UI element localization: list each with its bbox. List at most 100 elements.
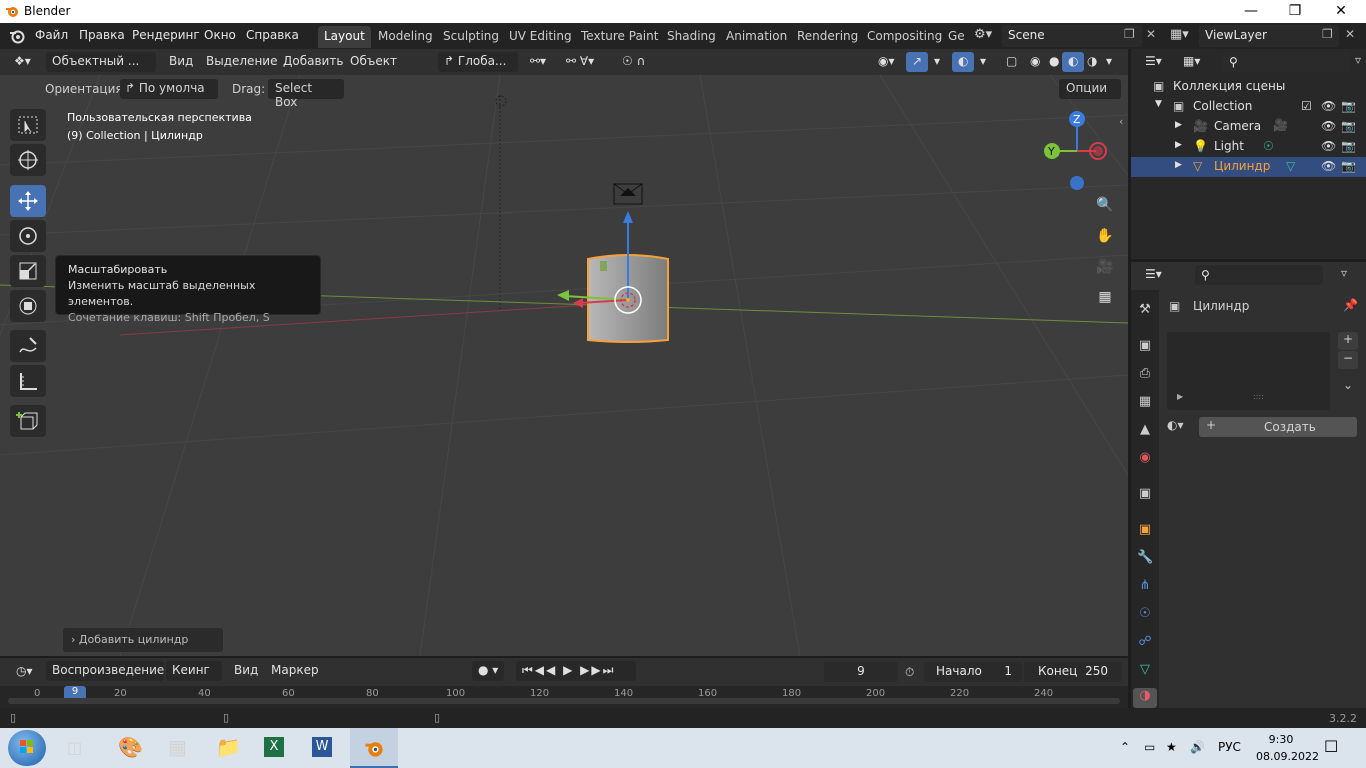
pivot-point-icon[interactable]: ⚯▾	[524, 52, 552, 72]
light-data-icon[interactable]: ☉	[1263, 139, 1274, 153]
exclude-checkbox-icon[interactable]: ☑	[1301, 99, 1312, 113]
tool-tab-icon[interactable]: ⚒	[1137, 302, 1153, 318]
drag-dropdown[interactable]: Select Box	[268, 79, 344, 109]
physics-tab-icon[interactable]: ☉	[1137, 606, 1153, 622]
close-button[interactable]: ✕	[1318, 0, 1364, 23]
timeline-menu-view[interactable]: Вид	[228, 661, 264, 681]
start-button[interactable]	[8, 730, 46, 766]
editor-type-icon[interactable]: ❖▾	[8, 52, 37, 72]
new-material-button[interactable]: + Создать	[1199, 417, 1357, 437]
cylinder-object[interactable]	[545, 199, 725, 354]
menu-add[interactable]: Добавить	[277, 52, 349, 72]
visibility-eye-icon[interactable]: 👁	[1321, 99, 1336, 113]
outliner-collection[interactable]: ▼ ▣ Collection ☑ 👁 📷	[1131, 97, 1366, 117]
end-frame-field[interactable]: Конец 250	[1024, 662, 1122, 682]
navigation-gizmo[interactable]: Z Y	[1034, 107, 1118, 191]
render-camera-icon[interactable]: 📷	[1341, 159, 1356, 173]
tab-shading[interactable]: Shading	[661, 26, 722, 48]
menu-select[interactable]: Выделение	[200, 52, 283, 72]
expand-icon[interactable]: ▶	[1175, 120, 1182, 130]
tool-move[interactable]	[10, 185, 46, 217]
tab-layout[interactable]: Layout	[318, 26, 371, 48]
add-slot-button[interactable]: +	[1338, 332, 1358, 350]
tool-cursor[interactable]	[10, 144, 46, 176]
redo-panel[interactable]: › Добавить цилиндр	[63, 628, 223, 652]
list-resize-handle[interactable]: ::::	[1253, 392, 1264, 401]
snap-icon[interactable]: ⚯ ∀▾	[560, 52, 600, 72]
collection-tab-icon[interactable]: ▣	[1137, 486, 1153, 502]
volume-icon[interactable]: 🔊	[1190, 740, 1205, 754]
taskbar-word[interactable]: W	[298, 728, 346, 768]
constraints-tab-icon[interactable]: ☍	[1137, 634, 1153, 650]
remove-slot-button[interactable]: −	[1338, 351, 1358, 369]
language-indicator[interactable]: РУС	[1218, 740, 1241, 754]
battery-icon[interactable]: ▭	[1144, 740, 1155, 754]
expand-icon[interactable]: ▶	[1175, 160, 1182, 170]
visibility-eye-icon[interactable]: 👁	[1321, 119, 1336, 133]
viewlayer-name-field[interactable]: ViewLayer	[1199, 25, 1339, 47]
task-view-icon[interactable]: ◫	[67, 738, 82, 757]
scene-browse-icon[interactable]: ⚙▾	[974, 27, 992, 42]
modifier-tab-icon[interactable]: 🔧	[1137, 550, 1153, 566]
menu-window[interactable]: Окно	[204, 28, 236, 42]
timeline-menu-marker[interactable]: Маркер	[265, 661, 325, 681]
pin-icon[interactable]: 📌	[1343, 298, 1358, 312]
outliner-item-cylinder[interactable]: ▶ ▽ Цилиндр ▽ 👁 📷	[1131, 157, 1366, 177]
tool-annotate[interactable]	[10, 330, 46, 362]
timeline-editor-type-icon[interactable]: ◷▾	[10, 662, 39, 682]
timeline-ruler[interactable]: 0 9 20 40 60 80 100 120 140 160 180 200 …	[0, 686, 1128, 708]
tab-rendering[interactable]: Rendering	[791, 26, 864, 48]
tool-add-cube[interactable]	[10, 405, 46, 437]
orientation-dropdown[interactable]: ↱ По умолча	[120, 79, 218, 99]
outliner-search-input[interactable]: ⚲	[1223, 52, 1351, 72]
visibility-icon[interactable]: ◉▾	[872, 52, 901, 72]
maximize-button[interactable]: ❐	[1272, 0, 1318, 23]
timeline-scrollbar[interactable]	[8, 698, 1120, 704]
perspective-toggle-icon[interactable]: ▦	[1092, 284, 1118, 310]
properties-editor-type-icon[interactable]: ☰▾	[1139, 265, 1168, 285]
playback-controls[interactable]: ⏮◀◀ ▶ ▶▶⏭	[516, 661, 636, 681]
outliner-display-mode-icon[interactable]: ▦▾	[1177, 52, 1206, 72]
taskbar-explorer[interactable]: 📁	[202, 728, 250, 768]
preview-range-icon[interactable]: ⏱	[905, 665, 914, 680]
scene-name-field[interactable]: Scene	[1002, 25, 1142, 47]
properties-options-icon[interactable]: ▿	[1341, 266, 1347, 280]
camera-data-icon[interactable]: 🎥	[1273, 118, 1288, 132]
expand-icon[interactable]: ▼	[1155, 99, 1162, 109]
view-layer-tab-icon[interactable]: ▦	[1137, 394, 1153, 410]
blender-menu-icon[interactable]	[9, 28, 25, 44]
visibility-eye-icon[interactable]: 👁	[1321, 139, 1336, 153]
notification-icon[interactable]: ☐	[1324, 737, 1338, 756]
outliner-scene-collection[interactable]: ▣ Коллекция сцены	[1131, 77, 1366, 97]
outliner-item-camera[interactable]: ▶ 🎥 Camera 🎥 👁 📷	[1131, 117, 1366, 137]
tool-scale[interactable]	[10, 255, 46, 287]
slot-specials-icon[interactable]: ⌄	[1338, 378, 1358, 398]
start-frame-field[interactable]: Начало 1	[924, 662, 1022, 682]
material-slots-list[interactable]: ▶ ::::	[1167, 332, 1330, 410]
overlays-toggle-icon[interactable]: ◐	[952, 52, 975, 72]
tab-compositing[interactable]: Compositing	[861, 26, 948, 48]
transform-orientation-dropdown[interactable]: ↱ Глоба...	[438, 52, 518, 72]
output-tab-icon[interactable]: ⎙	[1137, 366, 1153, 382]
taskbar-calculator[interactable]: ▦	[154, 728, 202, 768]
properties-search-input[interactable]: ⚲	[1195, 265, 1323, 285]
outliner-filter-icon[interactable]: ▿	[1355, 53, 1361, 67]
outliner-item-light[interactable]: ▶ 💡 Light ☉ 👁 📷	[1131, 137, 1366, 157]
object-tab-icon[interactable]: ▣	[1137, 522, 1153, 538]
mode-dropdown[interactable]: Объектный ...	[46, 52, 156, 72]
menu-edit[interactable]: Правка	[79, 28, 125, 42]
render-camera-icon[interactable]: 📷	[1341, 119, 1356, 133]
material-tab-icon[interactable]: ◑	[1133, 688, 1157, 708]
viewlayer-browse-icon[interactable]: ▦▾	[1170, 27, 1189, 42]
tray-expand-icon[interactable]: ⌃	[1120, 740, 1130, 754]
material-browse-icon[interactable]: ◐▾	[1167, 418, 1184, 432]
mesh-data-icon[interactable]: ▽	[1286, 159, 1295, 173]
tool-transform[interactable]	[10, 290, 46, 322]
clock[interactable]: 9:30 08.09.2022	[1256, 731, 1319, 765]
mesh-data-tab-icon[interactable]: ▽	[1137, 662, 1153, 678]
xray-icon[interactable]: ▢	[1000, 52, 1023, 72]
3d-viewport[interactable]: ❖▾ Объектный ... Вид Выделение Добавить …	[0, 49, 1128, 656]
tab-uv-editing[interactable]: UV Editing	[503, 26, 578, 48]
menu-help[interactable]: Справка	[246, 28, 299, 42]
viewlayer-remove-icon[interactable]: ✕	[1345, 27, 1355, 41]
